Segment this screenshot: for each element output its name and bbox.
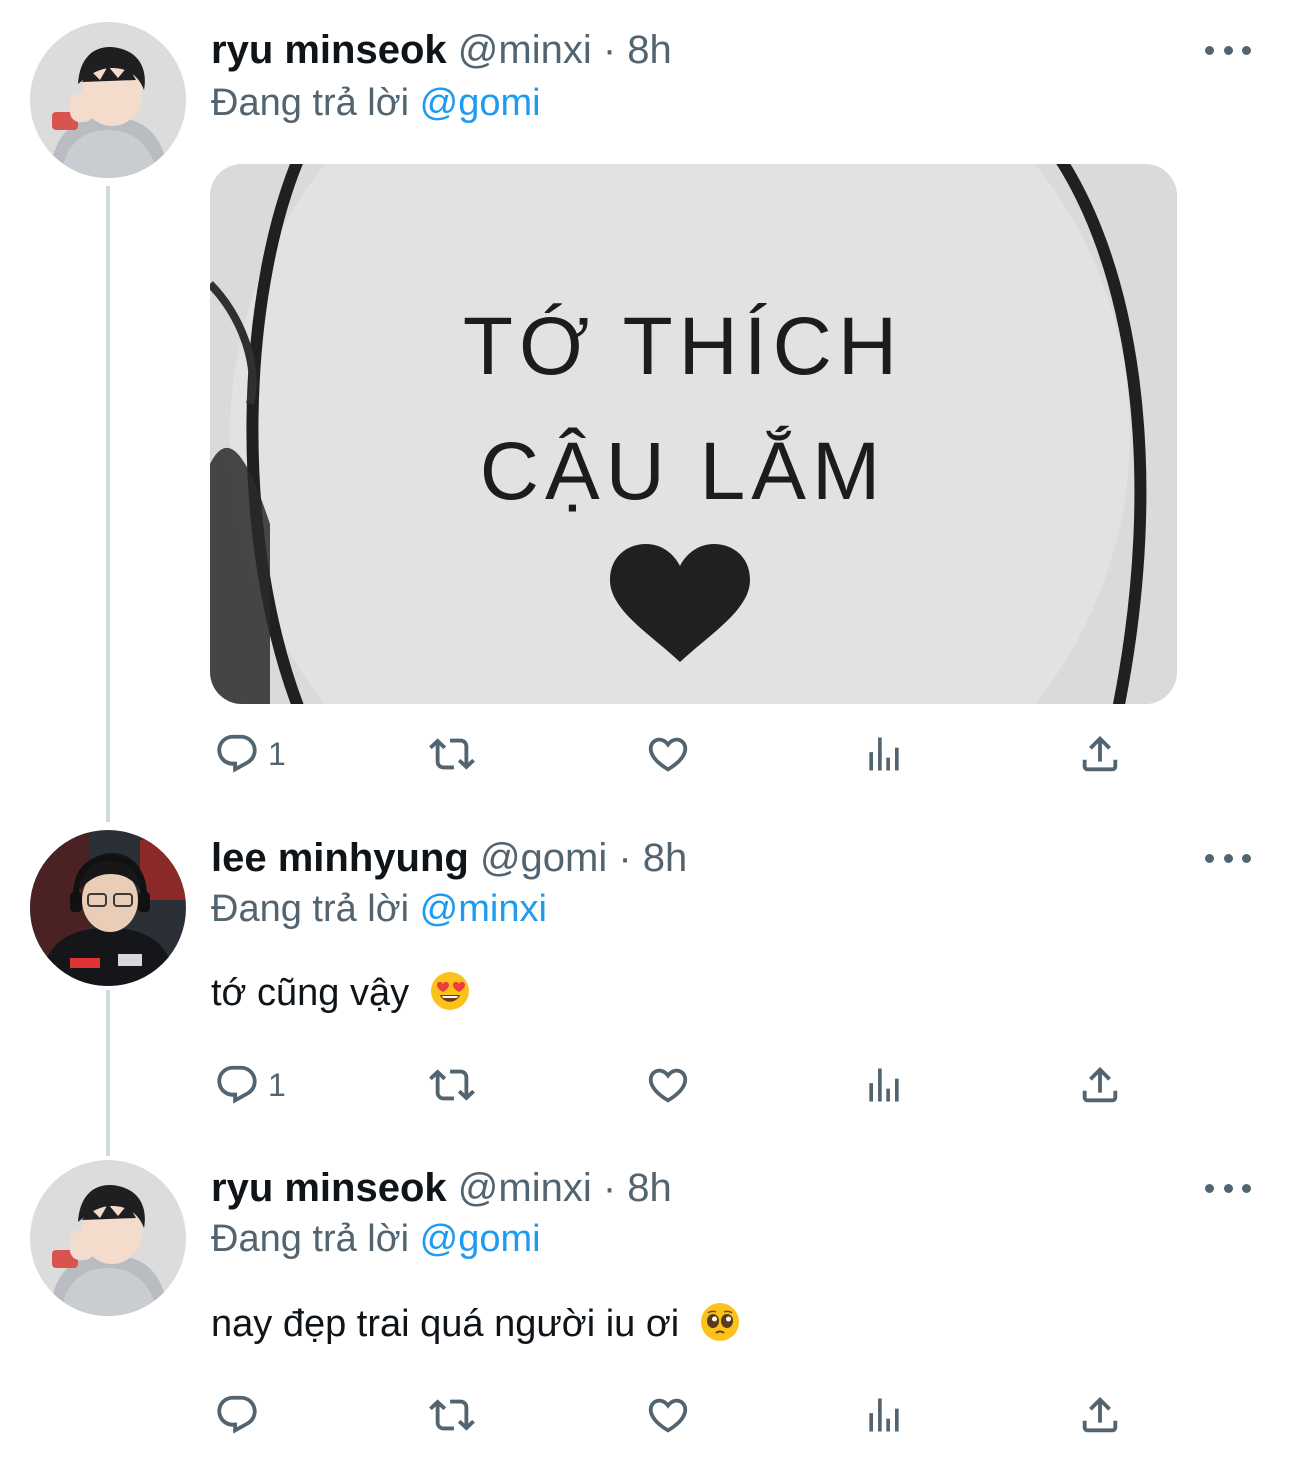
reply-button[interactable]: 1	[214, 724, 286, 784]
replying-to-label: Đang trả lời	[211, 82, 410, 124]
share-icon	[1082, 735, 1118, 772]
timestamp[interactable]: · 8h	[618, 836, 687, 880]
display-name[interactable]: lee minhyung	[211, 836, 469, 880]
like-icon	[648, 1398, 688, 1433]
like-button[interactable]	[644, 724, 692, 784]
tweet-actions: 1	[210, 1055, 1140, 1115]
retweet-button[interactable]	[425, 1055, 479, 1115]
tweet-text: tớ cũng vậy	[211, 970, 470, 1022]
reply-count: 1	[268, 1066, 286, 1103]
views-button[interactable]	[862, 1055, 906, 1115]
reply-icon	[217, 734, 257, 773]
username-handle[interactable]: @gomi	[480, 836, 607, 880]
retweet-button[interactable]	[425, 1385, 479, 1445]
replying-to-label: Đang trả lời	[211, 888, 410, 930]
retweet-icon	[429, 1069, 475, 1101]
replying-to: Đang trả lời @gomi	[211, 80, 541, 126]
image-caption-line2: CẬU LẮM	[480, 426, 887, 517]
reply-icon	[217, 1065, 257, 1104]
more-icon[interactable]	[1205, 40, 1251, 60]
username-handle[interactable]: @minxi	[458, 28, 592, 72]
reply-button[interactable]: 1	[214, 1055, 286, 1115]
thread-connector	[106, 990, 110, 1156]
views-button[interactable]	[862, 1385, 906, 1445]
heart-eyes-emoji	[430, 971, 470, 1022]
tweet-actions	[210, 1385, 1140, 1445]
reply-count: 1	[268, 735, 286, 772]
retweet-icon	[429, 738, 475, 770]
replying-to: Đang trả lời @minxi	[211, 886, 547, 932]
reply-icon	[217, 1395, 257, 1434]
like-button[interactable]	[644, 1055, 692, 1115]
mention-link[interactable]: @gomi	[420, 82, 541, 124]
share-button[interactable]	[1077, 724, 1123, 784]
tweet-image[interactable]: TỚ THÍCH CẬU LẮM	[210, 164, 1177, 704]
share-button[interactable]	[1077, 1055, 1123, 1115]
tweet-header: lee minhyung @gomi · 8h	[211, 834, 687, 882]
replying-to: Đang trả lời @gomi	[211, 1216, 541, 1262]
share-icon	[1082, 1396, 1118, 1433]
more-icon[interactable]	[1205, 848, 1251, 868]
replying-to-label: Đang trả lời	[211, 1218, 410, 1260]
like-button[interactable]	[644, 1385, 692, 1445]
views-button[interactable]	[862, 724, 906, 784]
tweet-text-content: tớ cũng vậy	[211, 972, 410, 1014]
tweet-header: ryu minseok @minxi · 8h	[211, 26, 672, 74]
like-icon	[648, 1068, 688, 1103]
views-icon	[869, 1068, 899, 1102]
retweet-icon	[429, 1399, 475, 1431]
like-icon	[648, 737, 688, 772]
timestamp[interactable]: · 8h	[603, 1166, 672, 1210]
thread-connector	[106, 186, 110, 822]
tweet-text-content: nay đẹp trai quá người iu ơi	[211, 1303, 680, 1345]
pleading-face-emoji	[700, 1302, 740, 1353]
timestamp[interactable]: · 8h	[603, 28, 672, 72]
share-icon	[1082, 1066, 1118, 1103]
views-icon	[869, 737, 899, 771]
tweet-header: ryu minseok @minxi · 8h	[211, 1164, 672, 1212]
more-icon[interactable]	[1205, 1178, 1251, 1198]
share-button[interactable]	[1077, 1385, 1123, 1445]
reply-button[interactable]	[214, 1385, 268, 1445]
mention-link[interactable]: @gomi	[420, 1218, 541, 1260]
display-name[interactable]: ryu minseok	[211, 28, 447, 72]
display-name[interactable]: ryu minseok	[211, 1166, 447, 1210]
retweet-button[interactable]	[425, 724, 479, 784]
mention-link[interactable]: @minxi	[420, 888, 547, 930]
avatar[interactable]	[30, 1160, 186, 1316]
image-caption-line1: TỚ THÍCH	[463, 301, 903, 392]
avatar[interactable]	[30, 830, 186, 986]
tweet-actions: 1	[210, 724, 1140, 784]
username-handle[interactable]: @minxi	[458, 1166, 592, 1210]
views-icon	[869, 1398, 899, 1432]
tweet-text: nay đẹp trai quá người iu ơi	[211, 1301, 740, 1353]
avatar[interactable]	[30, 22, 186, 178]
